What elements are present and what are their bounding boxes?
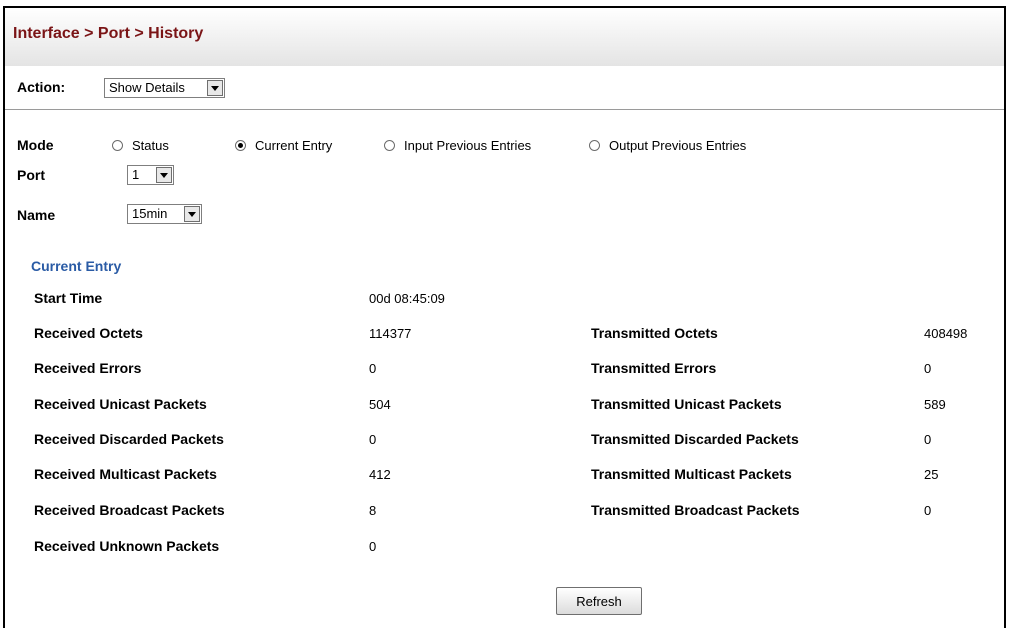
action-row: Action: Show Details: [5, 66, 1004, 110]
start-time-label: Start Time: [34, 290, 103, 306]
stat-label: Transmitted Octets: [591, 325, 718, 341]
stat-value: 0: [369, 361, 377, 376]
port-select[interactable]: 1: [127, 165, 174, 185]
stat-value: 0: [924, 361, 932, 376]
radio-icon[interactable]: [384, 139, 395, 151]
mode-option-label: Output Previous Entries: [609, 137, 747, 153]
mode-radio-input-previous[interactable]: Input Previous Entries: [384, 136, 531, 154]
stat-label: Received Octets: [34, 325, 143, 341]
port-select-value: 1: [132, 167, 140, 182]
name-select-value: 15min: [132, 206, 168, 221]
action-label: Action:: [17, 79, 66, 95]
stat-value: 589: [924, 397, 946, 412]
name-select[interactable]: 15min: [127, 204, 202, 224]
stat-value: 0: [924, 503, 932, 518]
stat-label: Received Unknown Packets: [34, 538, 220, 554]
radio-selected-icon[interactable]: [235, 139, 246, 151]
stat-value: 504: [369, 397, 391, 412]
mode-radio-output-previous[interactable]: Output Previous Entries: [589, 136, 746, 154]
divider: [5, 109, 1004, 110]
section-title: Current Entry: [31, 258, 122, 274]
stat-label: Received Broadcast Packets: [34, 502, 225, 518]
mode-option-label: Current Entry: [255, 137, 333, 153]
title-bar: Interface > Port > History: [5, 8, 1004, 66]
action-select[interactable]: Show Details: [104, 78, 225, 98]
stat-label: Received Errors: [34, 360, 142, 376]
page-frame: Interface > Port > History Action: Show …: [3, 6, 1006, 628]
stat-value: 114377: [369, 326, 412, 341]
radio-icon[interactable]: [112, 139, 123, 151]
stat-value: 0: [369, 432, 377, 447]
stat-value: 412: [369, 467, 391, 482]
stat-value: 0: [369, 539, 377, 554]
stat-value: 408498: [924, 326, 968, 341]
mode-radio-current-entry[interactable]: Current Entry: [235, 136, 332, 154]
stat-value: 0: [924, 432, 932, 447]
mode-radio-status[interactable]: Status: [112, 136, 169, 154]
stat-label: Transmitted Broadcast Packets: [591, 502, 800, 518]
action-select-value: Show Details: [109, 80, 185, 95]
stat-label: Transmitted Multicast Packets: [591, 466, 792, 482]
stat-label: Received Unicast Packets: [34, 396, 207, 412]
stat-value: 25: [924, 467, 939, 482]
port-label: Port: [17, 167, 45, 183]
radio-icon[interactable]: [589, 139, 600, 151]
stat-label: Transmitted Unicast Packets: [591, 396, 782, 412]
stat-label: Transmitted Discarded Packets: [591, 431, 799, 447]
stat-label: Received Multicast Packets: [34, 466, 217, 482]
page-title: Interface > Port > History: [13, 25, 204, 42]
start-time-value: 00d 08:45:09: [369, 291, 445, 306]
mode-option-label: Status: [132, 137, 169, 153]
name-label: Name: [17, 207, 56, 223]
stat-label: Transmitted Errors: [591, 360, 717, 376]
chevron-down-icon[interactable]: [184, 206, 200, 222]
mode-label: Mode: [17, 137, 54, 153]
mode-option-label: Input Previous Entries: [404, 137, 532, 153]
stat-value: 8: [369, 503, 377, 518]
stat-label: Received Discarded Packets: [34, 431, 224, 447]
chevron-down-icon[interactable]: [156, 167, 172, 183]
refresh-button[interactable]: Refresh: [556, 587, 642, 615]
chevron-down-icon[interactable]: [207, 80, 223, 96]
